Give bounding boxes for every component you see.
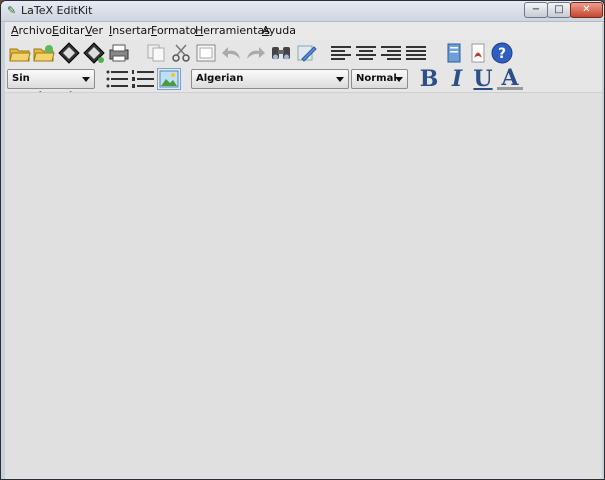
bold-button[interactable]: B xyxy=(417,66,441,92)
menu-insertar[interactable]: Insertar xyxy=(109,24,152,38)
heading-select[interactable]: Sin encabezado xyxy=(7,69,95,102)
font-select[interactable]: Algerian xyxy=(191,69,349,89)
replace-button[interactable] xyxy=(295,42,317,64)
align-right-icon xyxy=(381,46,401,60)
size-select[interactable]: Normal xyxy=(351,69,408,89)
menu-ayuda[interactable]: Ayuda xyxy=(262,24,296,38)
folder-open-icon xyxy=(9,48,31,62)
editor-area[interactable] xyxy=(5,92,602,479)
cut-button[interactable] xyxy=(170,42,192,64)
undo-button[interactable] xyxy=(220,42,242,64)
bullet-list-button[interactable] xyxy=(105,68,129,90)
help-button[interactable]: ? xyxy=(491,42,513,64)
maximize-button[interactable]: □ xyxy=(547,2,571,18)
align-center-button[interactable] xyxy=(355,42,377,64)
paste-button[interactable] xyxy=(195,42,217,64)
align-justify-button[interactable] xyxy=(405,42,427,64)
format-toolbar: Sin encabezado Algerian Normal B I U A xyxy=(5,65,602,102)
find-button[interactable] xyxy=(270,42,292,64)
italic-button[interactable]: I xyxy=(445,66,469,92)
svg-text:?: ? xyxy=(498,46,506,62)
underline-button[interactable]: U xyxy=(471,66,495,92)
app-window: ✎ LaTeX EditKit − □ ✕ Archivo Editar Ver… xyxy=(0,0,605,480)
print-button[interactable] xyxy=(108,42,130,64)
align-center-icon xyxy=(356,46,376,60)
menu-ver[interactable]: Ver xyxy=(85,24,103,38)
minimize-button[interactable]: − xyxy=(524,2,548,18)
binoculars-icon xyxy=(272,47,290,60)
window-title: LaTeX EditKit xyxy=(21,4,93,17)
disk-plus-icon xyxy=(83,42,105,64)
align-left-icon xyxy=(331,46,351,60)
save-button[interactable] xyxy=(58,42,80,64)
menu-editar[interactable]: Editar xyxy=(52,24,85,38)
close-button[interactable]: ✕ xyxy=(570,2,603,18)
size-select-value: Normal xyxy=(356,73,397,84)
chevron-down-icon xyxy=(395,77,403,82)
export-pdf-button[interactable] xyxy=(467,42,489,64)
menu-formato[interactable]: Formato xyxy=(151,24,197,38)
app-icon: ✎ xyxy=(7,4,17,17)
bullet-list-icon xyxy=(106,70,128,88)
font-color-button[interactable]: A xyxy=(497,65,523,91)
numbered-list-icon xyxy=(132,70,154,88)
folder-green-icon xyxy=(33,45,55,62)
compile-button[interactable] xyxy=(443,42,465,64)
disk-icon xyxy=(58,42,80,64)
pdf-icon xyxy=(471,43,485,63)
printer-icon xyxy=(109,44,129,62)
redo-icon xyxy=(247,47,265,59)
align-justify-icon xyxy=(406,46,426,60)
align-left-button[interactable] xyxy=(330,42,352,64)
copy-button[interactable] xyxy=(145,42,167,64)
scissors-icon xyxy=(172,44,190,62)
redo-button[interactable] xyxy=(245,42,267,64)
chevron-down-icon xyxy=(336,77,344,82)
save-as-button[interactable] xyxy=(83,42,105,64)
help-icon: ? xyxy=(491,42,513,64)
open-file-button[interactable] xyxy=(33,42,55,64)
paste-icon xyxy=(196,44,216,62)
insert-image-button[interactable] xyxy=(157,68,181,90)
document-blue-icon xyxy=(447,43,461,63)
numbered-list-button[interactable] xyxy=(131,68,155,90)
image-icon xyxy=(159,70,179,88)
copy-icon xyxy=(147,44,165,62)
menu-bar: Archivo Editar Ver Insertar Formato Herr… xyxy=(5,22,602,40)
font-select-value: Algerian xyxy=(196,73,244,84)
menu-archivo[interactable]: Archivo xyxy=(11,24,52,38)
title-bar[interactable]: ✎ LaTeX EditKit − □ ✕ xyxy=(1,1,604,22)
main-toolbar: ? xyxy=(5,40,602,66)
align-right-button[interactable] xyxy=(380,42,402,64)
edit-pencil-icon xyxy=(297,45,317,62)
chevron-down-icon xyxy=(82,77,90,82)
undo-icon xyxy=(222,47,240,59)
new-file-button[interactable] xyxy=(9,42,31,64)
menu-herramientas[interactable]: Herramientas xyxy=(195,24,270,38)
